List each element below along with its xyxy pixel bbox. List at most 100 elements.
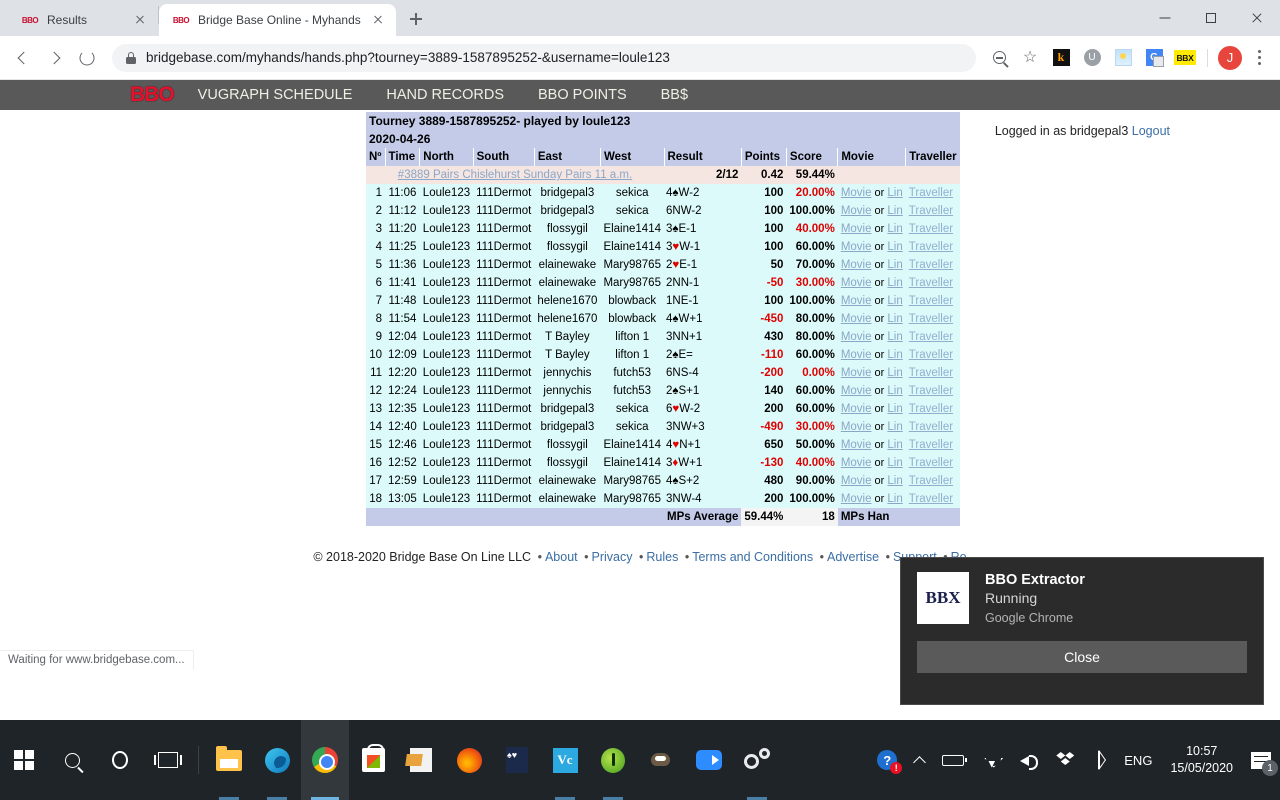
- maximize-button[interactable]: [1188, 0, 1234, 36]
- traveller-link[interactable]: Traveller: [909, 349, 953, 361]
- traveller-link[interactable]: Traveller: [909, 205, 953, 217]
- cortana-icon[interactable]: [96, 720, 144, 800]
- vnc-viewer-icon[interactable]: Vc: [541, 720, 589, 800]
- notification-toast[interactable]: BBX BBO Extractor Running Google Chrome …: [900, 557, 1264, 705]
- traveller-link[interactable]: Traveller: [909, 475, 953, 487]
- battery-icon[interactable]: [933, 720, 973, 800]
- movie-link[interactable]: Movie: [841, 259, 872, 271]
- lin-link[interactable]: Lin: [887, 331, 902, 343]
- footer-link-advertise[interactable]: Advertise: [827, 550, 879, 564]
- back-button[interactable]: [8, 43, 38, 73]
- traveller-link[interactable]: Traveller: [909, 385, 953, 397]
- new-tab-button[interactable]: [402, 5, 430, 33]
- tab-results[interactable]: BBO Results: [8, 4, 158, 36]
- movie-link[interactable]: Movie: [841, 403, 872, 415]
- microsoft-edge-icon[interactable]: [253, 720, 301, 800]
- nav-bbo-points[interactable]: BBO POINTS: [538, 87, 627, 103]
- address-bar[interactable]: bridgebase.com/myhands/hands.php?tourney…: [112, 43, 976, 72]
- lin-link[interactable]: Lin: [887, 295, 902, 307]
- movie-link[interactable]: Movie: [841, 439, 872, 451]
- lin-link[interactable]: Lin: [887, 385, 902, 397]
- task-view-icon[interactable]: [144, 720, 192, 800]
- traveller-link[interactable]: Traveller: [909, 403, 953, 415]
- movie-link[interactable]: Movie: [841, 295, 872, 307]
- language-indicator[interactable]: ENG: [1115, 720, 1161, 800]
- lin-link[interactable]: Lin: [887, 241, 902, 253]
- document-editor-icon[interactable]: [397, 720, 445, 800]
- nav-vugraph-schedule[interactable]: VUGRAPH SCHEDULE: [198, 87, 353, 103]
- movie-link[interactable]: Movie: [841, 475, 872, 487]
- close-tab-icon[interactable]: [132, 12, 148, 28]
- lin-link[interactable]: Lin: [887, 457, 902, 469]
- movie-link[interactable]: Movie: [841, 457, 872, 469]
- movie-link[interactable]: Movie: [841, 205, 872, 217]
- lin-link[interactable]: Lin: [887, 421, 902, 433]
- settings-gear-icon[interactable]: [733, 720, 781, 800]
- bridge-app-icon[interactable]: [493, 720, 541, 800]
- start-button[interactable]: [0, 720, 48, 800]
- movie-link[interactable]: Movie: [841, 277, 872, 289]
- file-explorer-icon[interactable]: [205, 720, 253, 800]
- u-extension-icon[interactable]: U: [1079, 45, 1105, 71]
- traveller-link[interactable]: Traveller: [909, 439, 953, 451]
- lin-link[interactable]: Lin: [887, 259, 902, 271]
- microsoft-store-icon[interactable]: [349, 720, 397, 800]
- traveller-link[interactable]: Traveller: [909, 421, 953, 433]
- footer-link-about[interactable]: About: [545, 550, 578, 564]
- show-hidden-icons-chevron-icon[interactable]: [906, 720, 933, 800]
- notification-close-button[interactable]: Close: [917, 641, 1247, 673]
- traveller-link[interactable]: Traveller: [909, 313, 953, 325]
- reload-button[interactable]: [72, 43, 102, 73]
- traveller-link[interactable]: Traveller: [909, 277, 953, 289]
- lin-link[interactable]: Lin: [887, 187, 902, 199]
- zoom-app-icon[interactable]: [685, 720, 733, 800]
- close-window-button[interactable]: [1234, 0, 1280, 36]
- lin-link[interactable]: Lin: [887, 403, 902, 415]
- traveller-link[interactable]: Traveller: [909, 493, 953, 505]
- green-app-icon[interactable]: [589, 720, 637, 800]
- traveller-link[interactable]: Traveller: [909, 187, 953, 199]
- help-alert-icon[interactable]: ?: [868, 720, 906, 800]
- lin-link[interactable]: Lin: [887, 439, 902, 451]
- k-extension-icon[interactable]: k: [1048, 45, 1074, 71]
- search-icon[interactable]: [48, 720, 96, 800]
- movie-link[interactable]: Movie: [841, 331, 872, 343]
- gimp-icon[interactable]: [637, 720, 685, 800]
- movie-link[interactable]: Movie: [841, 367, 872, 379]
- notification-center-icon[interactable]: 1: [1242, 720, 1280, 800]
- traveller-link[interactable]: Traveller: [909, 223, 953, 235]
- image-extension-icon[interactable]: [1110, 45, 1136, 71]
- movie-link[interactable]: Movie: [841, 349, 872, 361]
- movie-link[interactable]: Movie: [841, 241, 872, 253]
- lin-link[interactable]: Lin: [887, 277, 902, 289]
- bookmark-star-icon[interactable]: ☆: [1017, 45, 1043, 71]
- movie-link[interactable]: Movie: [841, 421, 872, 433]
- close-tab-icon[interactable]: [370, 12, 386, 28]
- bluetooth-icon[interactable]: [1083, 720, 1115, 800]
- tab-bridge-base-online-myhands[interactable]: BBO Bridge Base Online - Myhands: [159, 4, 396, 36]
- nav-hand-records[interactable]: HAND RECORDS: [386, 87, 504, 103]
- movie-link[interactable]: Movie: [841, 493, 872, 505]
- lin-link[interactable]: Lin: [887, 367, 902, 379]
- zoom-icon[interactable]: [986, 45, 1012, 71]
- lin-link[interactable]: Lin: [887, 313, 902, 325]
- forward-button[interactable]: [40, 43, 70, 73]
- movie-link[interactable]: Movie: [841, 313, 872, 325]
- dropbox-icon[interactable]: [1047, 720, 1083, 800]
- tourney-link[interactable]: #3889 Pairs Chislehurst Sunday Pairs 11 …: [398, 169, 632, 181]
- traveller-link[interactable]: Traveller: [909, 295, 953, 307]
- lin-link[interactable]: Lin: [887, 223, 902, 235]
- lin-link[interactable]: Lin: [887, 493, 902, 505]
- footer-link-terms[interactable]: Terms and Conditions: [692, 550, 813, 564]
- movie-link[interactable]: Movie: [841, 385, 872, 397]
- footer-link-privacy[interactable]: Privacy: [592, 550, 633, 564]
- traveller-link[interactable]: Traveller: [909, 331, 953, 343]
- volume-icon[interactable]: [1011, 720, 1047, 800]
- nav-bbs[interactable]: BB$: [661, 87, 688, 103]
- chrome-menu-icon[interactable]: [1248, 50, 1270, 65]
- logout-link[interactable]: Logout: [1132, 124, 1170, 138]
- traveller-link[interactable]: Traveller: [909, 241, 953, 253]
- movie-link[interactable]: Movie: [841, 223, 872, 235]
- firefox-icon[interactable]: [445, 720, 493, 800]
- footer-link-rules[interactable]: Rules: [646, 550, 678, 564]
